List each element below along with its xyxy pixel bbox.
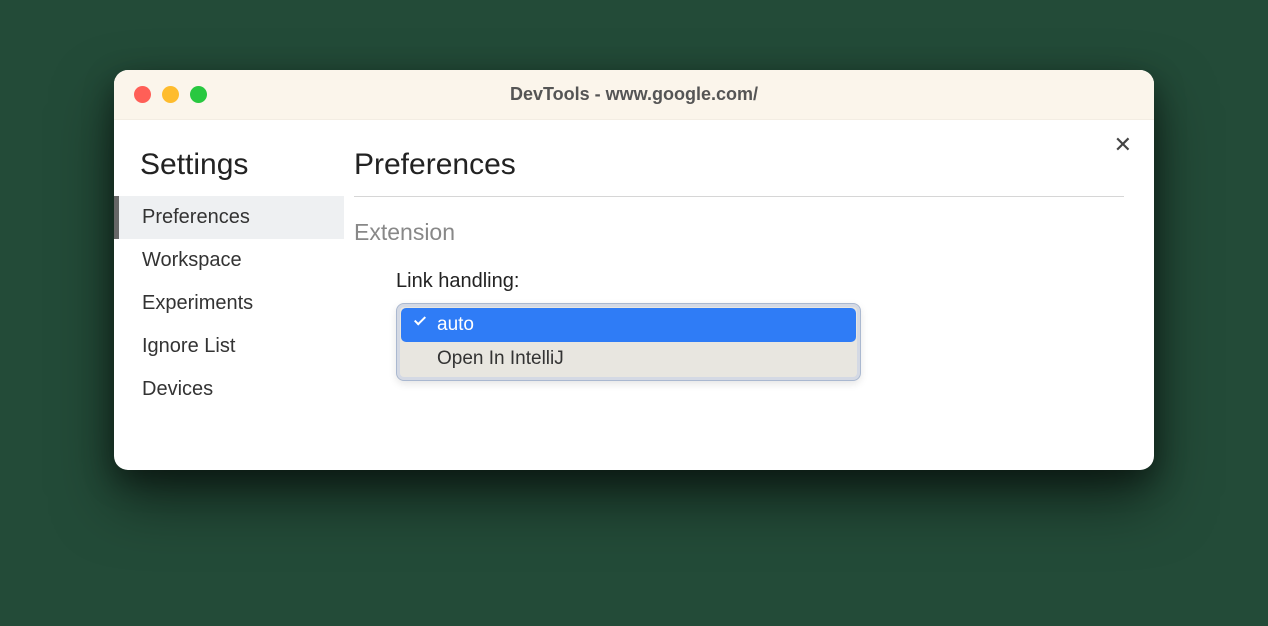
check-icon (415, 314, 437, 336)
settings-main: Preferences Extension Link handling: aut… (344, 120, 1154, 470)
window-content: ✕ Settings Preferences Workspace Experim… (114, 120, 1154, 470)
sidebar-item-label: Ignore List (142, 335, 235, 357)
sidebar-item-ignore-list[interactable]: Ignore List (114, 325, 344, 368)
setting-link-handling: Link handling: auto Open In IntelliJ (354, 270, 1124, 381)
dropdown-option-auto[interactable]: auto (401, 308, 856, 342)
window-titlebar: DevTools - www.google.com/ (114, 70, 1154, 120)
dropdown-option-label: Open In IntelliJ (437, 348, 564, 370)
sidebar-item-experiments[interactable]: Experiments (114, 282, 344, 325)
devtools-window: DevTools - www.google.com/ ✕ Settings Pr… (114, 70, 1154, 470)
sidebar-item-label: Experiments (142, 292, 253, 314)
sidebar-item-label: Devices (142, 378, 213, 400)
sidebar-item-label: Workspace (142, 249, 242, 271)
window-title: DevTools - www.google.com/ (114, 84, 1154, 105)
window-close-button[interactable] (134, 86, 151, 103)
link-handling-dropdown[interactable]: auto Open In IntelliJ (396, 303, 861, 381)
sidebar-title: Settings (114, 148, 344, 196)
window-maximize-button[interactable] (190, 86, 207, 103)
sidebar-item-devices[interactable]: Devices (114, 368, 344, 411)
traffic-lights (134, 86, 207, 103)
settings-sidebar: Settings Preferences Workspace Experimen… (114, 120, 344, 470)
sidebar-item-label: Preferences (142, 206, 250, 228)
setting-label: Link handling: (396, 270, 1124, 293)
page-title: Preferences (354, 148, 1124, 197)
window-minimize-button[interactable] (162, 86, 179, 103)
sidebar-item-workspace[interactable]: Workspace (114, 239, 344, 282)
dropdown-option-label: auto (437, 314, 474, 336)
close-icon[interactable]: ✕ (1114, 134, 1132, 156)
section-title-extension: Extension (354, 219, 1124, 246)
dropdown-option-open-in-intellij[interactable]: Open In IntelliJ (401, 342, 856, 376)
sidebar-item-preferences[interactable]: Preferences (114, 196, 344, 239)
